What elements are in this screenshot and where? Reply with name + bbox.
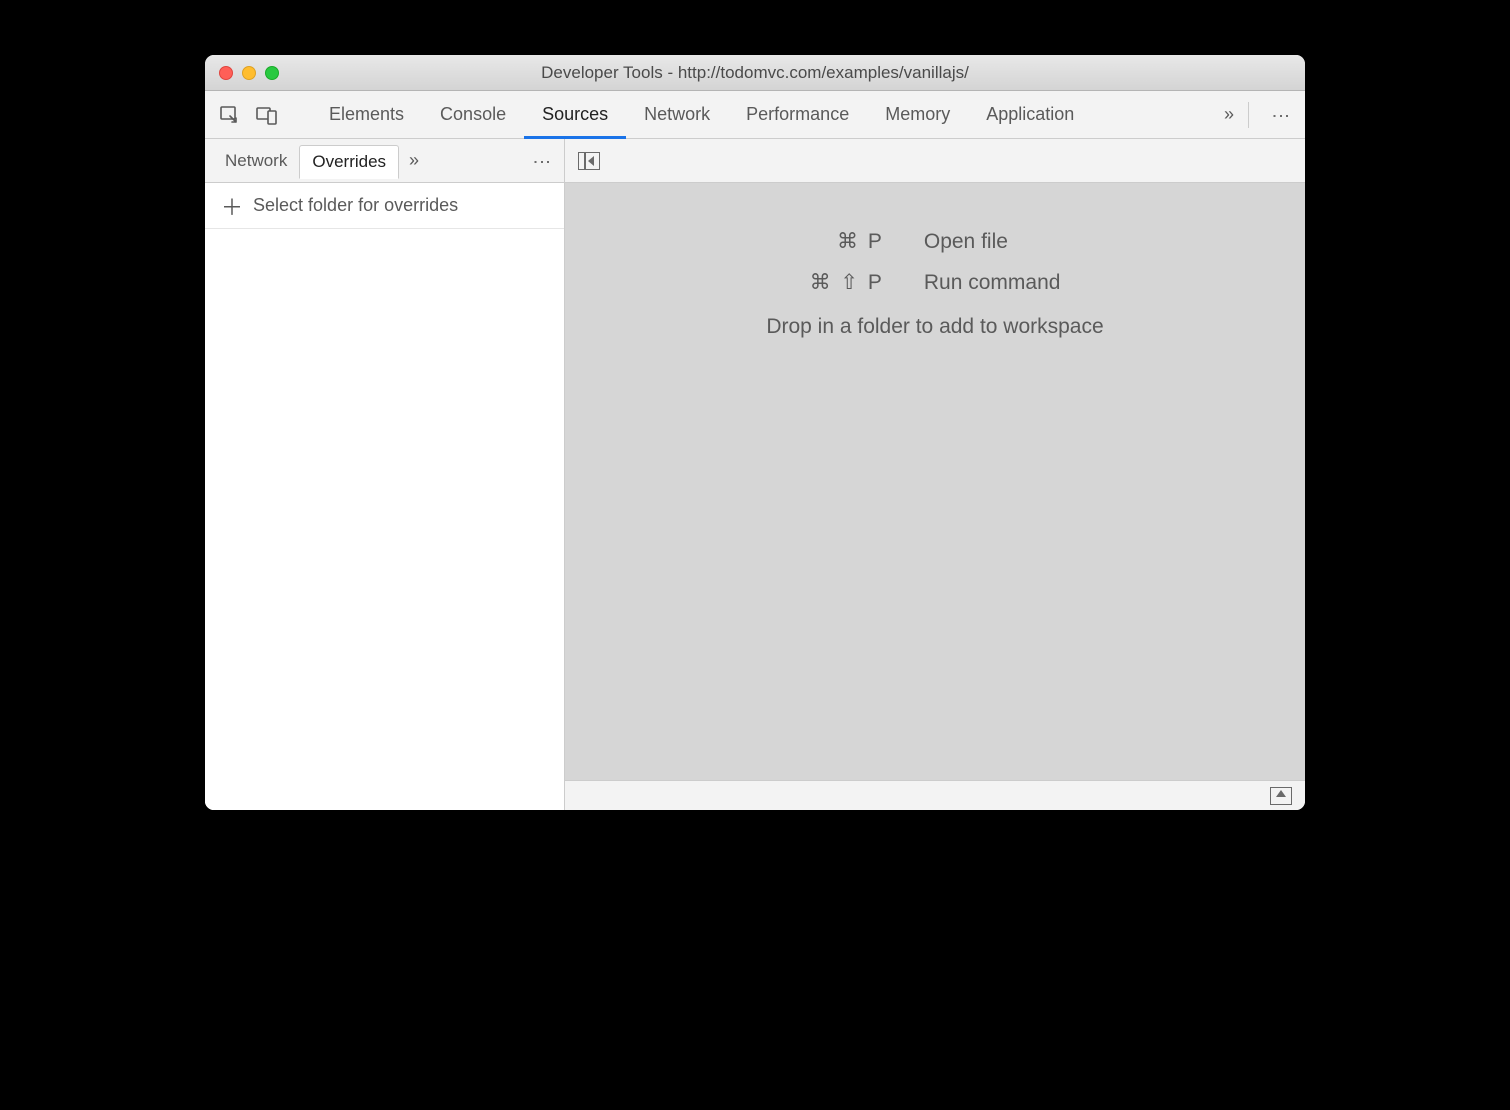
navigator-tabs: Network Overrides » ⋮ [205,139,564,183]
tab-network[interactable]: Network [626,91,728,138]
editor-area: ⌘ P Open file ⌘ ⇧ P Run command Drop in … [565,139,1305,810]
navigator-content: ＋ Select folder for overrides [205,183,564,810]
editor-tabs-bar [565,139,1305,183]
tab-application[interactable]: Application [968,91,1092,138]
panel-tabs: Elements Console Sources Network Perform… [311,91,1092,138]
shortcut-keys-open-file: ⌘ P [810,229,884,254]
zoom-window-button[interactable] [265,66,279,80]
settings-kebab-icon[interactable]: ⋮ [1267,101,1295,129]
toggle-device-toolbar-icon[interactable] [253,101,281,129]
select-folder-for-overrides-button[interactable]: ＋ Select folder for overrides [205,183,564,229]
tab-elements[interactable]: Elements [311,91,422,138]
inspect-element-icon[interactable] [215,101,243,129]
select-folder-label: Select folder for overrides [253,195,458,216]
tab-sources[interactable]: Sources [524,91,626,138]
close-window-button[interactable] [219,66,233,80]
traffic-lights [219,66,279,80]
shortcut-hints: ⌘ P Open file ⌘ ⇧ P Run command [810,229,1061,295]
navigator-tab-label: Overrides [312,152,386,171]
navigator-kebab-icon[interactable]: ⋮ [528,147,556,175]
status-bar [565,780,1305,810]
shortcut-label-run-command: Run command [924,271,1061,295]
toolbar-right: » ⋮ [1224,101,1295,129]
main-toolbar: Elements Console Sources Network Perform… [205,91,1305,139]
tab-label: Sources [542,104,608,125]
window-title: Developer Tools - http://todomvc.com/exa… [205,63,1305,83]
tab-label: Elements [329,104,404,125]
toggle-drawer-icon[interactable] [1267,782,1295,810]
navigator-tab-network[interactable]: Network [213,145,299,177]
tab-label: Performance [746,104,849,125]
more-tabs-icon[interactable]: » [1224,104,1230,125]
more-navigator-tabs-icon[interactable]: » [409,150,415,171]
divider [1248,102,1249,128]
toggle-navigator-icon[interactable] [575,147,603,175]
editor-empty-state: ⌘ P Open file ⌘ ⇧ P Run command Drop in … [565,183,1305,780]
devtools-window: Developer Tools - http://todomvc.com/exa… [205,55,1305,810]
tab-console[interactable]: Console [422,91,524,138]
minimize-window-button[interactable] [242,66,256,80]
shortcut-label-open-file: Open file [924,230,1061,254]
titlebar: Developer Tools - http://todomvc.com/exa… [205,55,1305,91]
shortcut-keys-run-command: ⌘ ⇧ P [810,270,884,295]
plus-icon: ＋ [221,190,243,222]
navigator-tab-label: Network [225,151,287,170]
tab-label: Memory [885,104,950,125]
tab-memory[interactable]: Memory [867,91,968,138]
tab-label: Application [986,104,1074,125]
navigator-sidebar: Network Overrides » ⋮ ＋ Select folder fo… [205,139,565,810]
tab-label: Console [440,104,506,125]
workspace-hint: Drop in a folder to add to workspace [766,315,1103,339]
tab-label: Network [644,104,710,125]
body: Network Overrides » ⋮ ＋ Select folder fo… [205,139,1305,810]
navigator-tab-overrides[interactable]: Overrides [299,145,399,179]
tab-performance[interactable]: Performance [728,91,867,138]
